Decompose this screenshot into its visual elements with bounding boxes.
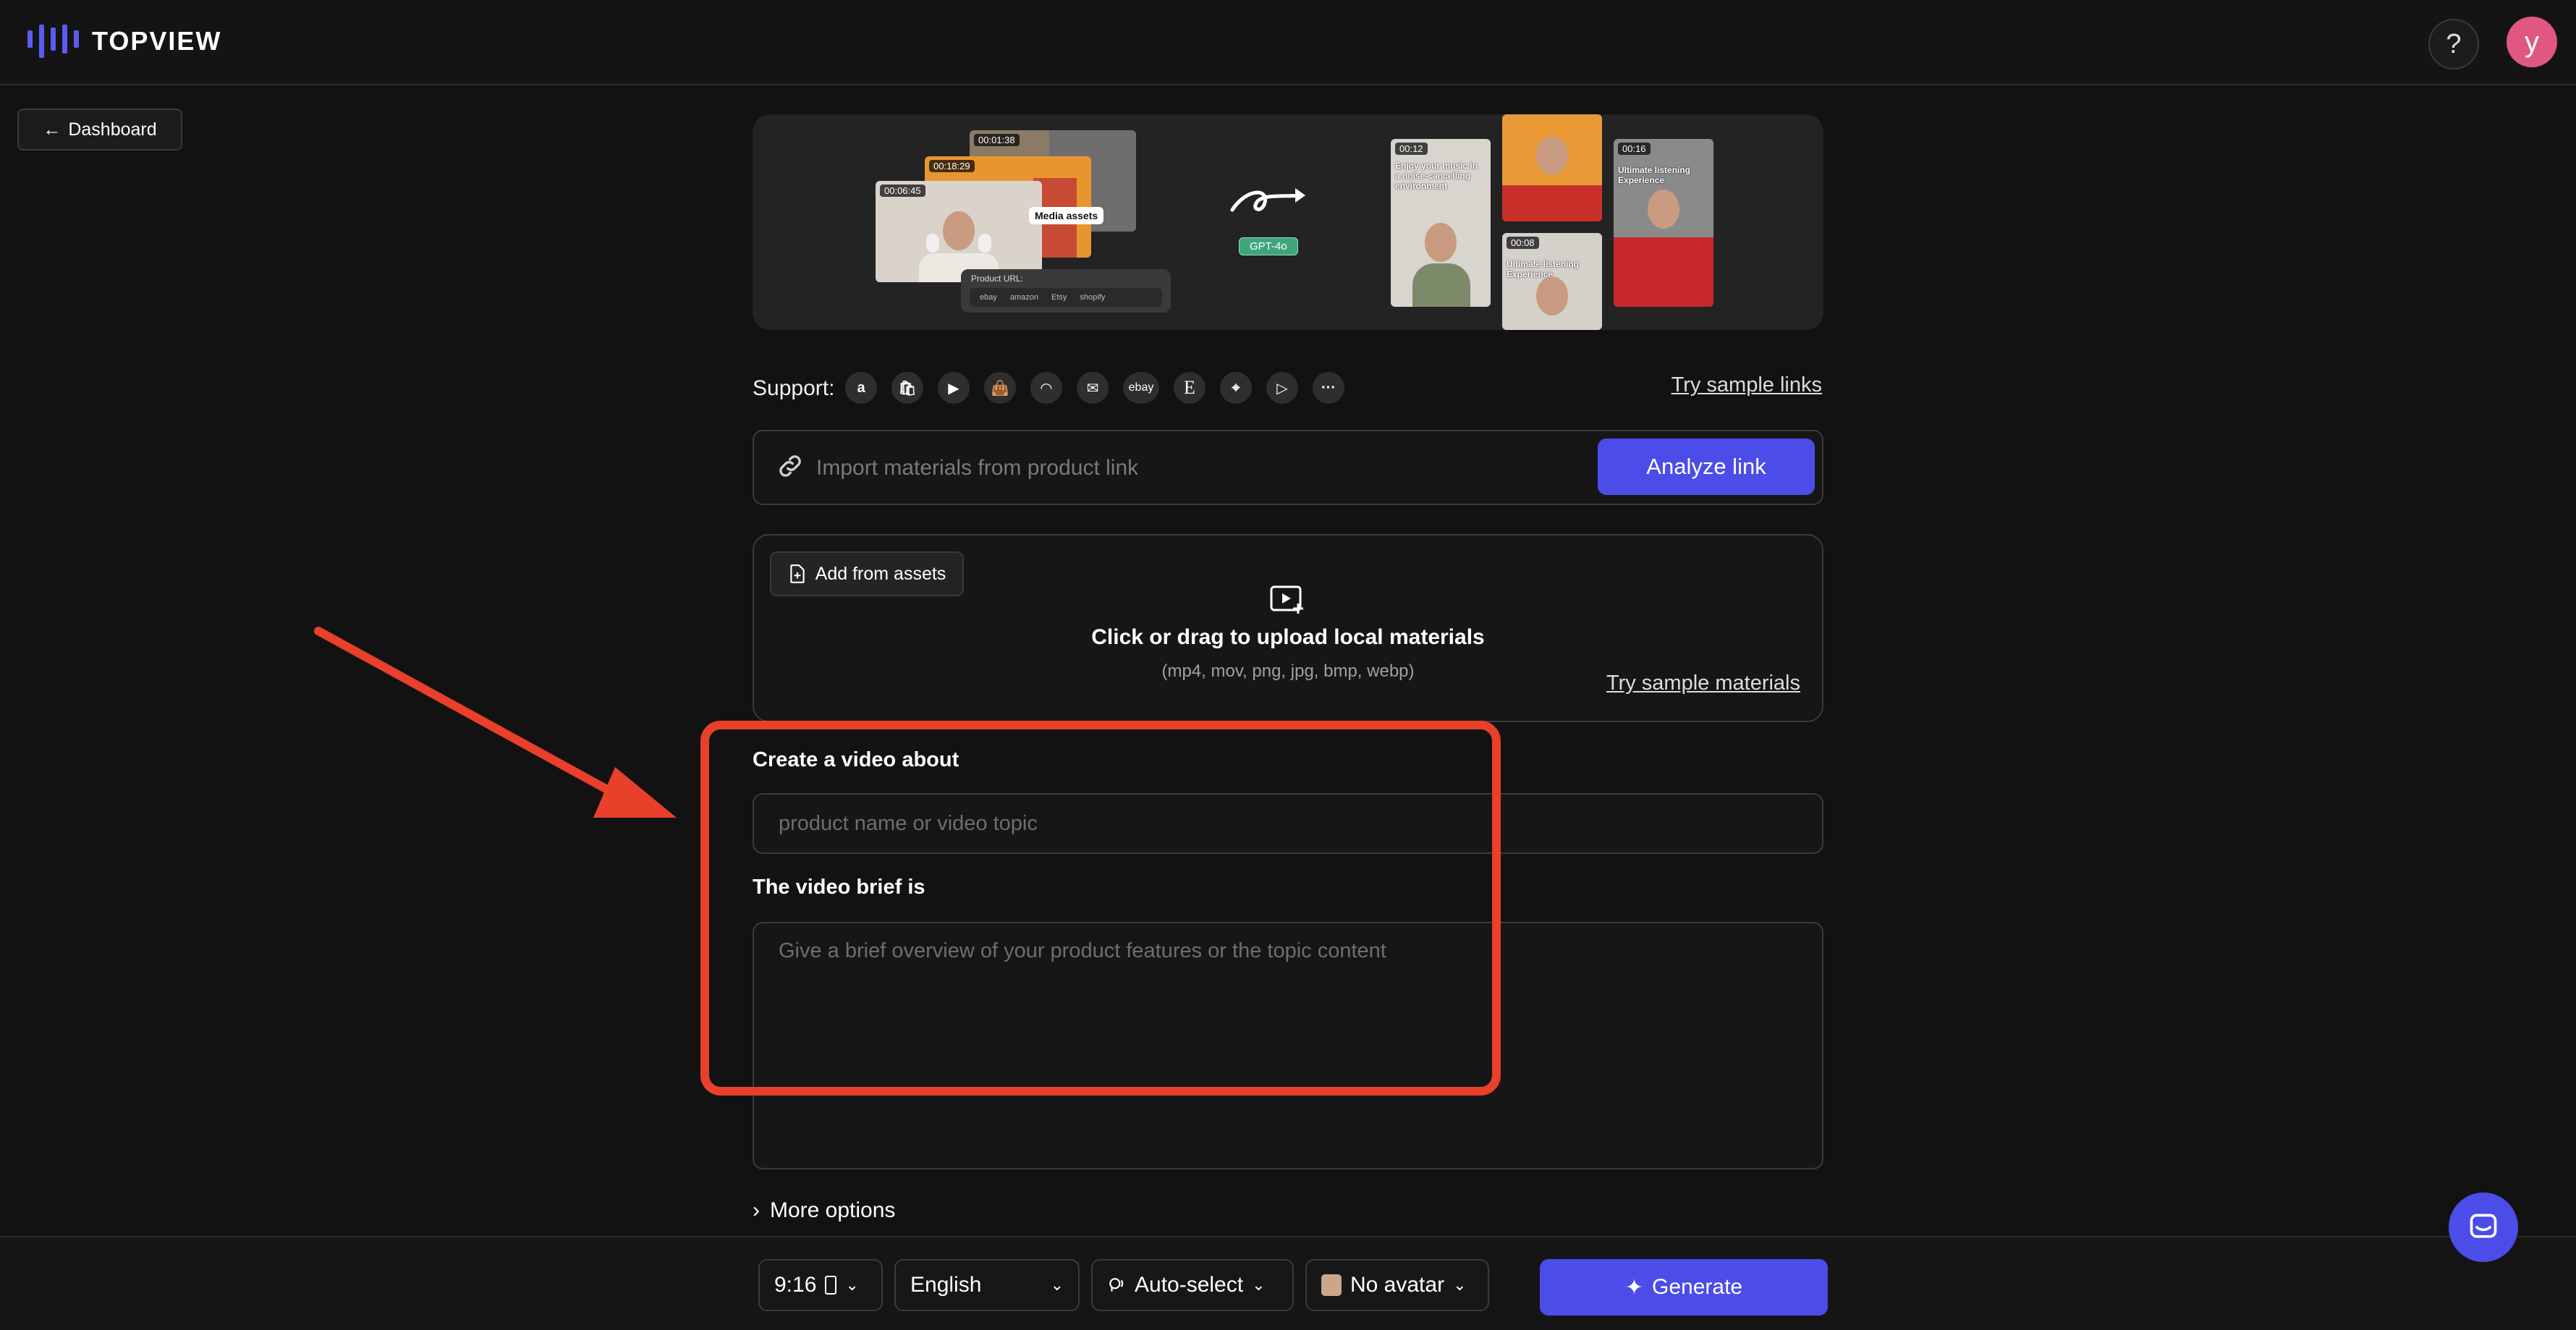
arrow-left-icon: ← [43, 119, 62, 140]
media-assets-tag: Media assets [1029, 207, 1104, 224]
aspect-ratio-value: 9:16 [774, 1273, 817, 1297]
generate-label: Generate [1652, 1275, 1743, 1299]
shopee-icon[interactable]: 👜 [984, 372, 1016, 404]
youtube-icon[interactable]: ▶ [938, 372, 970, 404]
curved-arrow-icon [1230, 188, 1305, 212]
ebay-icon[interactable]: ebay [1123, 372, 1159, 404]
video-upload-icon [1270, 585, 1303, 614]
dashboard-label: Dashboard [68, 119, 157, 140]
aspect-ratio-select[interactable]: 9:16 ⌄ [758, 1259, 883, 1311]
caption: Ultimate listening Experience [1618, 165, 1691, 185]
brand-ebay: ebay [980, 293, 997, 302]
bottom-toolbar: 9:16 ⌄ English ⌄ Auto-select ⌄ No avatar… [0, 1236, 2576, 1330]
person-image [1648, 189, 1679, 229]
banner-output-2 [1502, 114, 1602, 221]
product-link-input[interactable] [815, 446, 1614, 491]
avatar-thumbnail-icon [1321, 1274, 1342, 1296]
file-add-icon [789, 564, 805, 583]
chevron-down-icon: ⌄ [845, 1276, 859, 1294]
add-from-assets-button[interactable]: Add from assets [770, 551, 964, 596]
person-image [1425, 223, 1457, 262]
model-badge: GPT-4o [1239, 237, 1298, 255]
language-value: English [910, 1273, 982, 1297]
etsy-icon[interactable]: E [1174, 372, 1206, 404]
chevron-down-icon: ⌄ [1050, 1276, 1064, 1294]
chevron-right-icon: › [753, 1198, 760, 1222]
upload-dropzone[interactable]: Add from assets Click or drag to upload … [753, 534, 1823, 722]
more-options-toggle[interactable]: › More options [753, 1198, 895, 1223]
logo-icon [27, 25, 79, 58]
try-sample-materials[interactable]: Try sample materials [1606, 672, 1800, 695]
timestamp: 00:06:45 [880, 185, 925, 197]
more-options-label: More options [770, 1198, 896, 1222]
timestamp: 00:01:38 [974, 134, 1020, 146]
voice-value: Auto-select [1135, 1273, 1244, 1297]
tokopedia-icon[interactable]: ◠ [1030, 372, 1062, 404]
caption: Enjoy your music in a noise-cancelling e… [1395, 161, 1478, 191]
mail-icon[interactable]: ✉ [1077, 372, 1109, 404]
feature-banner: 00:01:38 00:18:29 00:06:45 Media assets … [753, 114, 1823, 330]
banner-output-4: 00:16 Ultimate listening Experience [1614, 139, 1713, 307]
dashboard-button[interactable]: ← Dashboard [17, 109, 182, 151]
phone-icon [825, 1276, 837, 1295]
person-image [943, 211, 975, 250]
banner-photo-front: 00:06:45 [876, 181, 1042, 282]
timestamp: 00:16 [1618, 143, 1651, 155]
logo-text: TOPVIEW [92, 26, 222, 56]
help-button[interactable]: ? [2428, 19, 2479, 69]
add-from-assets-label: Add from assets [815, 563, 946, 584]
product-url-label: Product URL: [971, 274, 1024, 284]
person-image [1536, 135, 1568, 175]
person-image [1536, 276, 1568, 316]
voice-select[interactable]: Auto-select ⌄ [1091, 1259, 1294, 1311]
timestamp: 00:18:29 [929, 160, 975, 172]
chevron-down-icon: ⌄ [1252, 1276, 1266, 1294]
link-icon [779, 455, 801, 477]
annotation-highlight-box [700, 721, 1501, 1096]
banner-output-3: 00:08 Ultimate listening Experience [1502, 233, 1602, 330]
more-icon[interactable]: ··· [1313, 372, 1344, 404]
chat-support-button[interactable] [2449, 1193, 2518, 1262]
googleplay-icon[interactable]: ▷ [1266, 372, 1298, 404]
sparkle-icon: ✦ [1624, 1275, 1644, 1300]
generate-button[interactable]: ✦ Generate [1540, 1259, 1828, 1316]
chevron-down-icon: ⌄ [1453, 1276, 1467, 1294]
voice-icon [1109, 1278, 1124, 1292]
timestamp: 00:08 [1507, 237, 1539, 249]
avatar-value: No avatar [1350, 1273, 1445, 1297]
analyze-link-button[interactable]: Analyze link [1598, 439, 1815, 495]
upload-title: Click or drag to upload local materials [1091, 625, 1485, 649]
annotation-arrow-icon [314, 627, 677, 818]
avatar-select[interactable]: No avatar ⌄ [1305, 1259, 1489, 1311]
timestamp: 00:12 [1395, 143, 1428, 155]
shopify-icon[interactable]: 🛍 [891, 372, 923, 404]
appstore-icon[interactable]: ⌖ [1220, 372, 1252, 404]
chat-icon [2470, 1213, 2497, 1238]
support-label: Support: [753, 376, 835, 400]
top-bar: TOPVIEW ? y [0, 0, 2576, 85]
try-sample-links[interactable]: Try sample links [1672, 373, 1822, 397]
brand-etsy: Etsy [1051, 293, 1067, 302]
banner-output-1: 00:12 Enjoy your music in a noise-cancel… [1391, 139, 1491, 307]
amazon-icon[interactable]: a [845, 372, 877, 404]
product-url-card: Product URL: ebay amazon Etsy shopify [961, 269, 1171, 313]
brand-amazon: amazon [1009, 293, 1038, 302]
language-select[interactable]: English ⌄ [894, 1259, 1080, 1311]
support-icons: a 🛍 ▶ 👜 ◠ ✉ ebay E ⌖ ▷ ··· [845, 372, 1344, 404]
user-avatar[interactable]: y [2507, 17, 2557, 67]
product-link-box: Analyze link [753, 430, 1823, 505]
brand-shopify: shopify [1080, 293, 1106, 302]
logo[interactable]: TOPVIEW [27, 25, 221, 58]
